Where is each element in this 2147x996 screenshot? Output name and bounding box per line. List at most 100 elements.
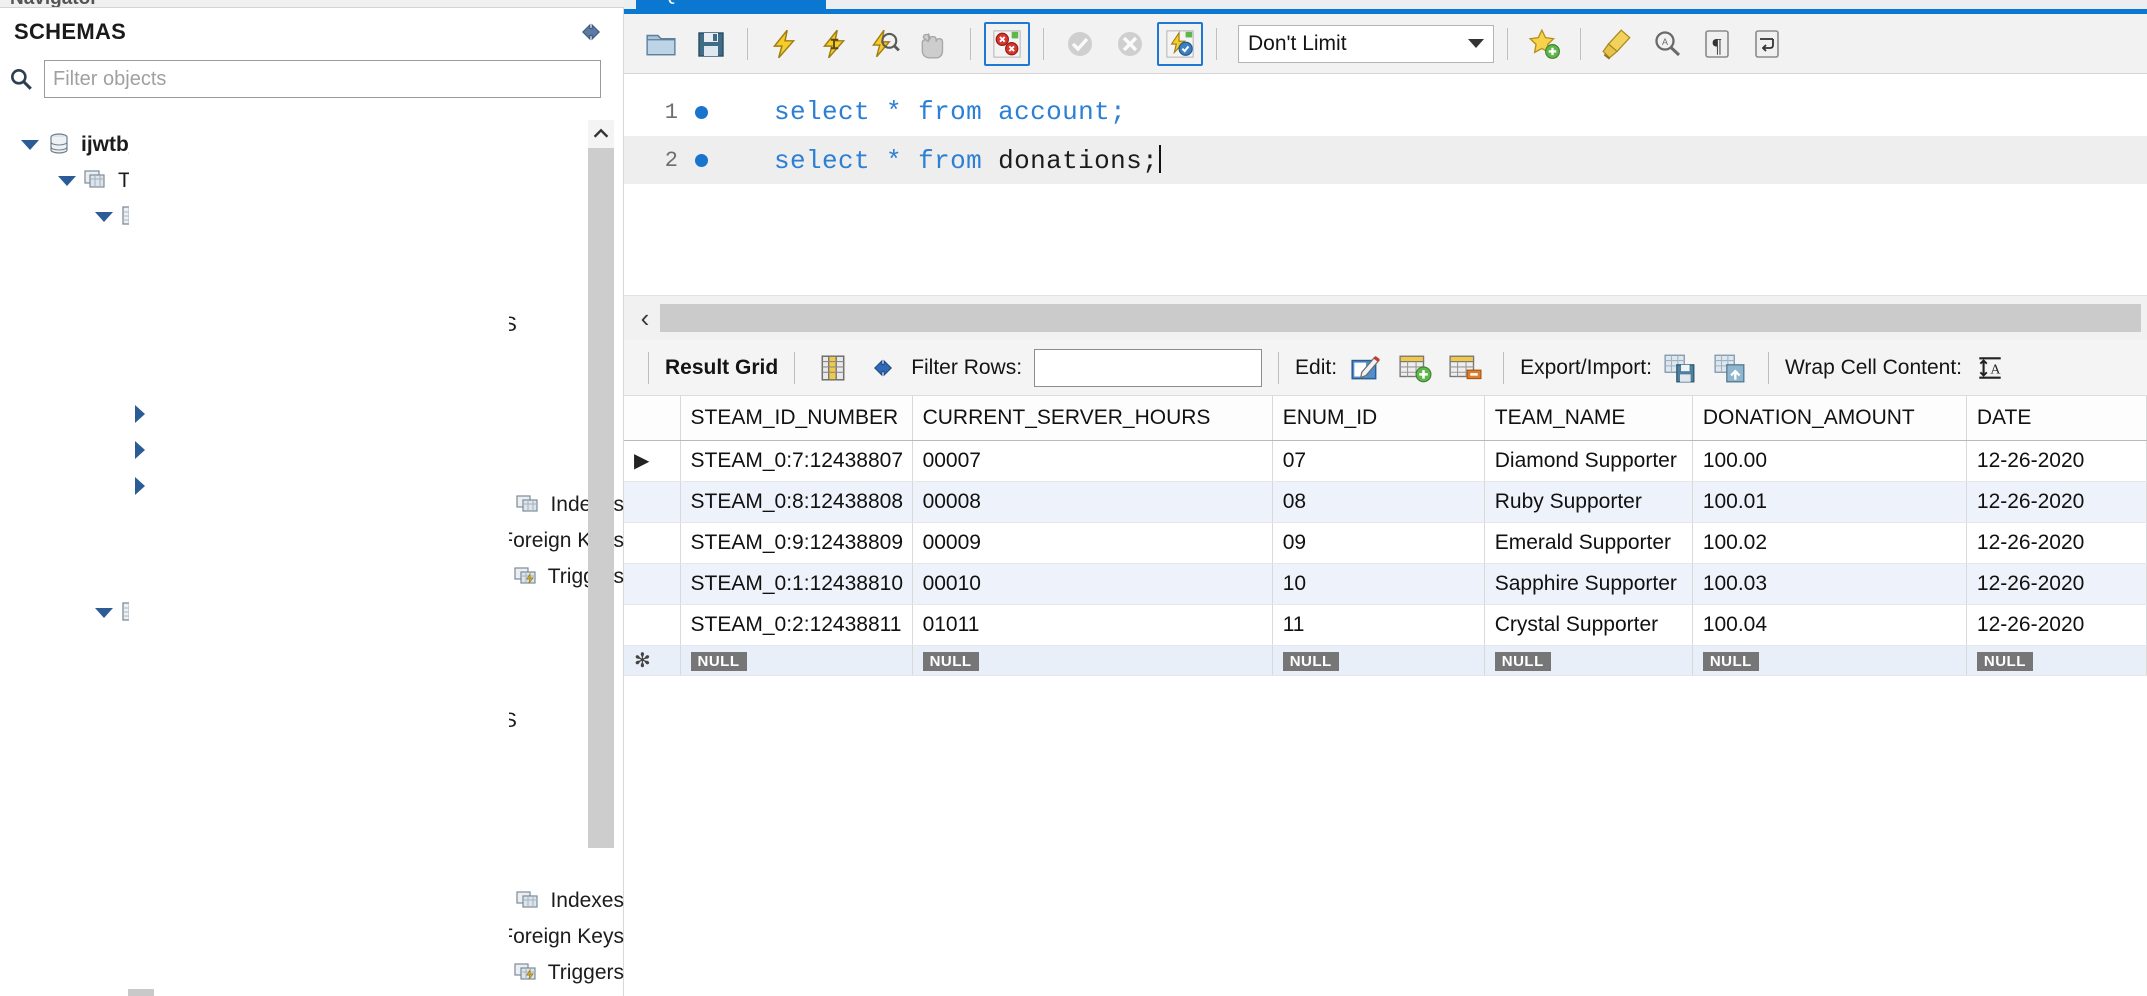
- toggle-autocommit-icon[interactable]: [1157, 22, 1203, 66]
- expand-arrow-icon[interactable]: [129, 474, 507, 996]
- import-recordset-icon[interactable]: [1708, 348, 1752, 388]
- wrap-cell-content-icon[interactable]: A: [1968, 348, 2012, 388]
- column-header[interactable]: ENUM_ID: [1272, 396, 1484, 440]
- grid-cell[interactable]: 09: [1272, 522, 1484, 563]
- grid-cell[interactable]: Ruby Supporter: [1484, 481, 1692, 522]
- row-marker[interactable]: [624, 604, 680, 645]
- grid-cell[interactable]: 10: [1272, 563, 1484, 604]
- save-snippet-icon[interactable]: [1521, 22, 1567, 66]
- tree-item-triggers[interactable]: Triggers: [0, 954, 624, 990]
- toggle-word-wrap-icon[interactable]: [1744, 22, 1790, 66]
- table-row[interactable]: STEAM_0:1:124388100001010Sapphire Suppor…: [624, 563, 2147, 604]
- grid-cell[interactable]: 12-26-2020: [1966, 522, 2146, 563]
- toggle-stop-on-error-icon[interactable]: [984, 22, 1030, 66]
- grid-cell[interactable]: 00009: [912, 522, 1272, 563]
- grid-cell[interactable]: STEAM_0:1:12438810: [680, 563, 912, 604]
- collapse-arrow-icon[interactable]: [92, 601, 114, 623]
- grid-cell[interactable]: Crystal Supporter: [1484, 604, 1692, 645]
- grid-cell[interactable]: 00010: [912, 563, 1272, 604]
- collapse-arrow-icon[interactable]: [18, 133, 40, 155]
- null-cell[interactable]: NULL: [680, 645, 912, 675]
- scroll-up-icon[interactable]: [588, 120, 614, 148]
- grid-cell[interactable]: 100.00: [1692, 440, 1966, 481]
- column-header[interactable]: TEAM_NAME: [1484, 396, 1692, 440]
- close-icon[interactable]: ×: [802, 0, 814, 6]
- grid-cell[interactable]: STEAM_0:7:12438807: [680, 440, 912, 481]
- column-header[interactable]: CURRENT_SERVER_HOURS: [912, 396, 1272, 440]
- explain-statement-icon[interactable]: [861, 22, 907, 66]
- null-cell[interactable]: NULL: [1272, 645, 1484, 675]
- limit-rows-selector[interactable]: Don't Limit: [1238, 25, 1494, 63]
- grid-cell[interactable]: 12-26-2020: [1966, 563, 2146, 604]
- sql-code-editor[interactable]: 1select * from account;2select * from do…: [624, 74, 2147, 296]
- column-header[interactable]: DONATION_AMOUNT: [1692, 396, 1966, 440]
- editor-results-splitter[interactable]: ‹: [624, 296, 2147, 340]
- execute-statements-icon[interactable]: [761, 22, 807, 66]
- column-header[interactable]: DATE: [1966, 396, 2146, 440]
- edit-cell-icon[interactable]: [1343, 348, 1387, 388]
- grid-cell[interactable]: 12-26-2020: [1966, 440, 2146, 481]
- null-cell[interactable]: NULL: [1692, 645, 1966, 675]
- delete-row-icon[interactable]: [1443, 348, 1487, 388]
- statement-marker-icon[interactable]: [686, 154, 716, 167]
- grid-cell[interactable]: 07: [1272, 440, 1484, 481]
- rollback-transaction-icon[interactable]: [1107, 22, 1153, 66]
- filter-rows-input[interactable]: [1034, 349, 1262, 387]
- refresh-grid-icon[interactable]: [861, 348, 905, 388]
- export-recordset-icon[interactable]: [1658, 348, 1702, 388]
- grid-cell[interactable]: STEAM_0:8:12438808: [680, 481, 912, 522]
- row-marker[interactable]: [624, 481, 680, 522]
- beautify-query-icon[interactable]: [1594, 22, 1640, 66]
- null-cell[interactable]: NULL: [1484, 645, 1692, 675]
- grid-cell[interactable]: Emerald Supporter: [1484, 522, 1692, 563]
- row-marker[interactable]: ▶: [624, 440, 680, 481]
- toggle-invisible-characters-icon[interactable]: ¶: [1694, 22, 1740, 66]
- row-marker[interactable]: [624, 563, 680, 604]
- grid-cell[interactable]: 01011: [912, 604, 1272, 645]
- table-row[interactable]: STEAM_0:9:124388090000909Emerald Support…: [624, 522, 2147, 563]
- open-sql-script-icon[interactable]: [638, 22, 684, 66]
- table-row[interactable]: ▶STEAM_0:7:124388070000707Diamond Suppor…: [624, 440, 2147, 481]
- grid-cell[interactable]: Sapphire Supporter: [1484, 563, 1692, 604]
- save-sql-script-icon[interactable]: [688, 22, 734, 66]
- result-grid[interactable]: STEAM_ID_NUMBER CURRENT_SERVER_HOURS ENU…: [624, 396, 2147, 976]
- table-row[interactable]: STEAM_0:8:124388080000808Ruby Supporter1…: [624, 481, 2147, 522]
- new-row-marker[interactable]: ✻: [624, 645, 680, 675]
- collapse-arrow-icon[interactable]: [92, 205, 114, 227]
- execute-current-statement-icon[interactable]: [811, 22, 857, 66]
- splitter-bar[interactable]: [660, 304, 2141, 332]
- scrollbar-thumb[interactable]: [588, 148, 614, 848]
- grid-view-icon[interactable]: [811, 348, 855, 388]
- commit-transaction-icon[interactable]: [1057, 22, 1103, 66]
- sidebar-scrollbar[interactable]: [588, 120, 614, 880]
- filter-objects-input[interactable]: [44, 60, 601, 98]
- collapse-arrow-icon[interactable]: [55, 169, 77, 191]
- refresh-icon[interactable]: [577, 18, 605, 46]
- new-record-row[interactable]: ✻NULLNULLNULLNULLNULLNULL: [624, 645, 2147, 675]
- code-line[interactable]: 1select * from account;: [624, 88, 2147, 136]
- grid-cell[interactable]: STEAM_0:2:12438811: [680, 604, 912, 645]
- grid-cell[interactable]: 12-26-2020: [1966, 604, 2146, 645]
- grid-cell[interactable]: 100.02: [1692, 522, 1966, 563]
- grid-cell[interactable]: Diamond Supporter: [1484, 440, 1692, 481]
- find-icon[interactable]: A: [1644, 22, 1690, 66]
- null-cell[interactable]: NULL: [912, 645, 1272, 675]
- grid-cell[interactable]: 100.03: [1692, 563, 1966, 604]
- code-line[interactable]: 2select * from donations;: [624, 136, 2147, 184]
- collapse-left-icon[interactable]: ‹: [630, 305, 660, 331]
- column-header[interactable]: STEAM_ID_NUMBER: [680, 396, 912, 440]
- row-marker[interactable]: [624, 522, 680, 563]
- schema-tree[interactable]: ijwtb_player_databaseTablesaccountColumn…: [0, 104, 624, 996]
- grid-cell[interactable]: STEAM_0:9:12438809: [680, 522, 912, 563]
- grid-cell[interactable]: 00008: [912, 481, 1272, 522]
- stop-statement-icon[interactable]: [911, 22, 957, 66]
- statement-marker-icon[interactable]: [686, 106, 716, 119]
- table-row[interactable]: STEAM_0:2:124388110101111Crystal Support…: [624, 604, 2147, 645]
- grid-cell[interactable]: 00007: [912, 440, 1272, 481]
- grid-cell[interactable]: 100.04: [1692, 604, 1966, 645]
- grid-cell[interactable]: 100.01: [1692, 481, 1966, 522]
- insert-row-icon[interactable]: [1393, 348, 1437, 388]
- grid-cell[interactable]: 08: [1272, 481, 1484, 522]
- null-cell[interactable]: NULL: [1966, 645, 2146, 675]
- grid-cell[interactable]: 12-26-2020: [1966, 481, 2146, 522]
